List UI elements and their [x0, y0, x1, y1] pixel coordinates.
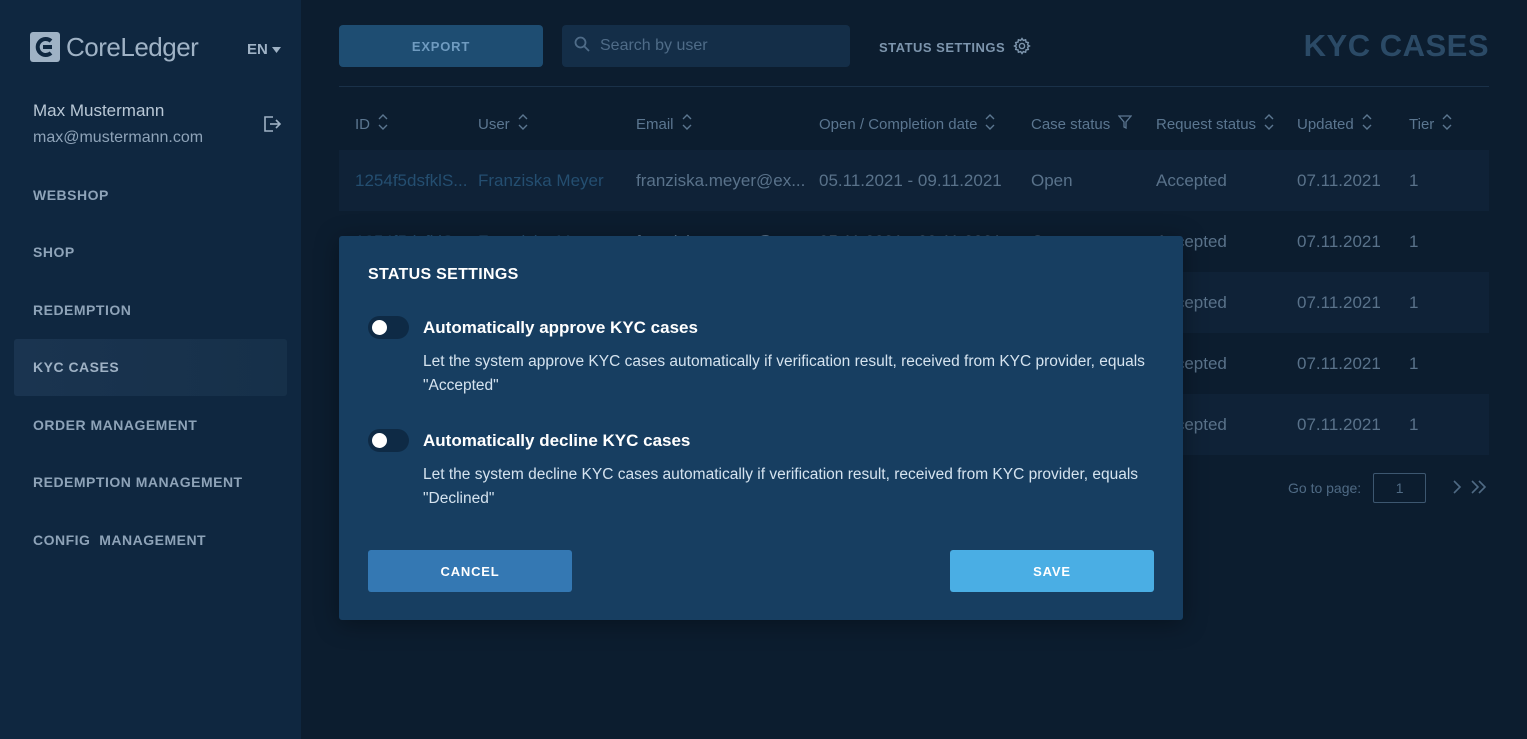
double-chevron-right-icon[interactable]: [1470, 479, 1488, 497]
gear-icon: [1013, 37, 1032, 58]
cell-updated: 07.11.2021: [1297, 231, 1381, 251]
cell-updated: 07.11.2021: [1297, 414, 1381, 434]
sidebar-item-redemption-management[interactable]: REDEMPTION MANAGEMENT: [14, 454, 287, 512]
go-to-page-label: Go to page:: [1288, 480, 1362, 496]
cell-tier: 1: [1409, 231, 1419, 251]
cell-updated: 07.11.2021: [1297, 292, 1381, 312]
sidebar-item-shop[interactable]: SHOP: [14, 224, 287, 282]
auto-decline-toggle[interactable]: [368, 429, 409, 452]
language-label: EN: [247, 41, 268, 58]
cell-tier: 1: [1409, 353, 1419, 373]
cell-tier: 1: [1409, 414, 1419, 434]
auto-decline-description: Let the system decline KYC cases automat…: [423, 466, 1139, 507]
sidebar-item-config-management[interactable]: CONFIG MANAGEMENT: [14, 511, 287, 569]
toggle-knob: [372, 320, 387, 335]
sort-icon: [378, 113, 388, 135]
status-settings-label: STATUS SETTINGS: [879, 40, 1006, 55]
sort-icon: [1442, 113, 1452, 135]
sort-icon: [1362, 113, 1372, 135]
sort-icon: [985, 113, 995, 135]
page-number-input[interactable]: 1: [1373, 473, 1427, 503]
sidebar-item-order-management[interactable]: ORDER MANAGEMENT: [14, 396, 287, 454]
table-header: ID User Email Open / Completion date Cas…: [339, 98, 1489, 150]
column-header-request-status[interactable]: Request status: [1156, 113, 1297, 135]
caret-down-icon: [271, 41, 281, 58]
sidebar-item-kyc-cases[interactable]: KYC CASES: [14, 338, 287, 396]
cell-email: franziska.meyer@ex...: [636, 170, 806, 190]
search-input[interactable]: [600, 37, 830, 55]
auto-decline-title: Automatically decline KYC cases: [423, 431, 691, 450]
coreledger-logo-icon: [30, 32, 60, 62]
status-settings-button[interactable]: STATUS SETTINGS: [879, 37, 1032, 58]
sidebar-nav: WEBSHOP SHOP REDEMPTION KYC CASES ORDER …: [14, 166, 287, 569]
cell-user[interactable]: Franziska Meyer: [478, 171, 636, 191]
table-row[interactable]: 1254f5dsfklS... Franziska Meyer franzisk…: [339, 150, 1489, 211]
cell-request-status: Accepted: [1156, 170, 1227, 190]
auto-approve-toggle[interactable]: [368, 316, 409, 339]
page-title: KYC CASES: [1303, 28, 1489, 63]
sort-icon: [1264, 113, 1274, 135]
toggle-knob: [372, 433, 387, 448]
cell-tier: 1: [1409, 170, 1419, 190]
column-header-user[interactable]: User: [478, 113, 636, 135]
brand-name: CoreLedger: [66, 31, 199, 62]
cell-updated: 07.11.2021: [1297, 170, 1381, 190]
cell-id[interactable]: 1254f5dsfklS...: [339, 171, 478, 191]
user-name: Max Mustermann: [33, 101, 165, 120]
cancel-button[interactable]: CANCEL: [368, 550, 572, 592]
sort-icon: [518, 113, 528, 135]
pagination: Go to page: 1: [1288, 473, 1488, 503]
export-button[interactable]: EXPORT: [339, 25, 543, 67]
chevron-right-icon[interactable]: [1452, 479, 1462, 497]
column-header-email[interactable]: Email: [636, 113, 819, 135]
brand-logo[interactable]: CoreLedger: [30, 30, 199, 64]
search-icon: [574, 36, 590, 57]
auto-approve-description: Let the system approve KYC cases automat…: [423, 353, 1145, 394]
cell-updated: 07.11.2021: [1297, 353, 1381, 373]
sidebar-item-redemption[interactable]: REDEMPTION: [14, 281, 287, 339]
cell-tier: 1: [1409, 292, 1419, 312]
save-button[interactable]: SAVE: [950, 550, 1154, 592]
logout-icon[interactable]: [262, 114, 282, 139]
sidebar-item-webshop[interactable]: WEBSHOP: [14, 166, 287, 224]
language-selector[interactable]: EN: [247, 41, 281, 58]
sidebar: CoreLedger EN Max Mustermann max@musterm…: [0, 0, 301, 739]
divider: [339, 86, 1489, 87]
user-email: max@mustermann.com: [33, 129, 204, 146]
cell-dates: 05.11.2021 - 09.11.2021: [819, 170, 1002, 190]
filter-icon: [1117, 115, 1133, 133]
sort-icon: [682, 113, 692, 135]
column-header-case-status[interactable]: Case status: [1031, 115, 1156, 133]
search-box[interactable]: [562, 25, 850, 67]
column-header-dates[interactable]: Open / Completion date: [819, 113, 1031, 135]
auto-approve-title: Automatically approve KYC cases: [423, 318, 698, 337]
modal-title: STATUS SETTINGS: [368, 266, 519, 283]
cell-case-status: Open: [1031, 170, 1073, 190]
column-header-id[interactable]: ID: [339, 113, 478, 135]
status-settings-modal: STATUS SETTINGS Automatically approve KY…: [339, 236, 1183, 620]
column-header-tier[interactable]: Tier: [1409, 113, 1489, 135]
column-header-updated[interactable]: Updated: [1297, 113, 1409, 135]
